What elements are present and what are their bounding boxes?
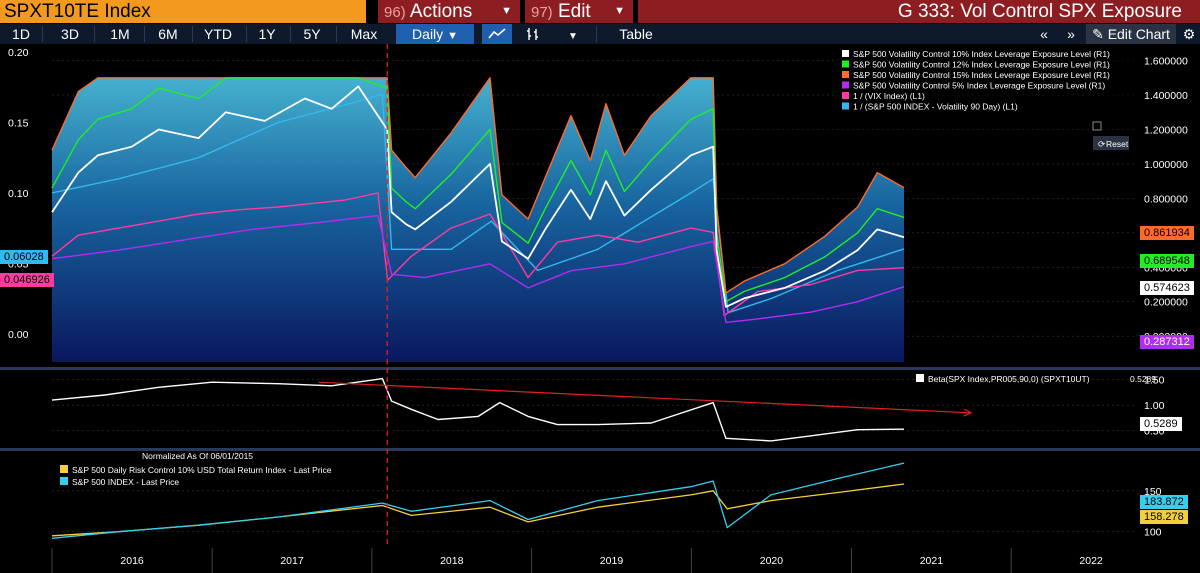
edit-number: 97): [531, 4, 553, 21]
vc12-last-tag: 0.689548: [1140, 254, 1194, 268]
ticker-field[interactable]: SPXT10TE Index: [0, 0, 366, 23]
vix-last-tag: 0.046926: [0, 273, 54, 287]
legend-label: S&P 500 Volatility Control 15% Index Lev…: [853, 70, 1110, 80]
edit-menu[interactable]: 97) Edit ▼: [525, 0, 633, 23]
chevron-down-icon: ▼: [568, 31, 578, 42]
legend-swatch: [842, 50, 849, 57]
reset-button[interactable]: ⟳ Reset: [1093, 136, 1129, 150]
frequency-dropdown[interactable]: Daily ▼: [396, 24, 474, 44]
spx-last-tag: 183.872: [1140, 495, 1188, 509]
beta-legend-value: 0.5289: [1130, 374, 1156, 384]
year-label: 2018: [440, 555, 464, 567]
price-axis-tick: 100: [1144, 527, 1162, 539]
period-1d-button[interactable]: 1D: [4, 24, 38, 44]
normalized-note: Normalized As Of 06/01/2015: [142, 451, 253, 461]
legend-label: S&P 500 Volatility Control 12% Index Lev…: [853, 60, 1110, 70]
riskctrl-legend-label: S&P 500 Daily Risk Control 10% USD Total…: [72, 465, 332, 475]
vc5-last-tag: 0.287312: [1140, 335, 1194, 349]
vc10-last-tag: 0.574623: [1140, 281, 1194, 295]
beta-last-tag: 0.5289: [1140, 417, 1182, 431]
right-axis-tick: 1.600000: [1144, 56, 1188, 68]
period-6m-button[interactable]: 6M: [148, 24, 188, 44]
chart-canvas: 1.600000 1.400000 1.200000 1.000000 0.800000…: [0, 44, 1200, 573]
legend-label: S&P 500 Volatility Control 5% Index Leve…: [853, 81, 1105, 91]
collapse-left-icon[interactable]: «: [1032, 24, 1056, 44]
reset-label: Reset: [1106, 139, 1129, 149]
year-label: 2019: [600, 555, 624, 567]
beta-axis-tick: 1.00: [1144, 400, 1165, 412]
collapse-right-icon[interactable]: »: [1060, 24, 1082, 44]
legend-swatch: [842, 71, 849, 78]
beta-legend-label: Beta(SPX Index,PR005,90,0) (SPXT10UT): [928, 374, 1090, 384]
chart-type-dropdown[interactable]: ▼: [556, 24, 590, 44]
period-ytd-button[interactable]: YTD: [196, 24, 240, 44]
spxvol-last-tag: 0.06028: [0, 250, 48, 264]
period-1m-button[interactable]: 1M: [100, 24, 140, 44]
right-axis-tick: 0.800000: [1144, 193, 1188, 205]
right-axis-tick: 0.200000: [1144, 297, 1188, 309]
right-axis-tick: 1.000000: [1144, 159, 1188, 171]
period-max-button[interactable]: Max: [340, 24, 388, 44]
left-axis-tick: 0.10: [8, 188, 29, 200]
main-legend: S&P 500 Volatility Control 10% Index Lev…: [836, 48, 1136, 118]
spx-legend-label: S&P 500 INDEX - Last Price: [72, 477, 179, 487]
refresh-icon: ⟳: [1098, 139, 1106, 149]
year-label: 2020: [760, 555, 784, 567]
period-5y-button[interactable]: 5Y: [294, 24, 330, 44]
dropdown-arrow-icon: ▼: [501, 5, 512, 17]
title-bar: SPXT10TE Index 96) Actions ▼ 97) Edit ▼ …: [0, 0, 1200, 24]
year-label: 2021: [920, 555, 944, 567]
legend-swatch: [842, 92, 849, 99]
bar-chart-icon[interactable]: [518, 24, 548, 44]
legend-swatch: [842, 60, 849, 68]
left-axis-tick: 0.15: [8, 117, 29, 129]
page-title: G 333: Vol Control SPX Exposure: [638, 0, 1200, 23]
edit-chart-label: Edit Chart: [1107, 26, 1170, 42]
edit-label: Edit: [557, 1, 591, 22]
actions-label: Actions: [409, 1, 473, 22]
chart-toolbar: 1D 3D 1M 6M YTD 1Y 5Y Max Daily ▼ ▼ Tabl…: [0, 24, 1200, 44]
right-axis-tick: 1.400000: [1144, 90, 1188, 102]
table-button[interactable]: Table: [600, 24, 672, 44]
actions-menu[interactable]: 96) Actions ▼: [378, 0, 520, 23]
gear-icon[interactable]: ⚙: [1178, 24, 1200, 44]
period-1y-button[interactable]: 1Y: [250, 24, 284, 44]
legend-swatch: [842, 102, 849, 110]
right-axis-tick: 1.200000: [1144, 125, 1188, 137]
actions-number: 96): [384, 4, 406, 21]
legend-swatch: [842, 81, 849, 89]
legend-label: S&P 500 Volatility Control 10% Index Lev…: [853, 49, 1110, 59]
year-label: 2017: [280, 555, 304, 567]
legend-label: 1 / (VIX Index) (L1): [853, 91, 925, 101]
legend-label: 1 / (S&P 500 INDEX - Volatility 90 Day) …: [853, 102, 1018, 112]
line-chart-icon[interactable]: [482, 24, 512, 44]
vc15-last-tag: 0.861934: [1140, 226, 1194, 240]
chevron-down-icon: ▼: [447, 30, 458, 42]
left-axis-tick: 0.00: [8, 329, 29, 341]
edit-chart-button[interactable]: ✎ Edit Chart: [1086, 24, 1176, 44]
year-label: 2022: [1079, 555, 1103, 567]
dropdown-arrow-icon: ▼: [614, 5, 625, 17]
left-axis-tick: 0.20: [8, 47, 29, 59]
period-3d-button[interactable]: 3D: [50, 24, 90, 44]
frequency-label: Daily: [412, 26, 444, 42]
pencil-icon: ✎: [1092, 26, 1104, 42]
year-label: 2016: [120, 555, 144, 567]
riskctrl-last-tag: 158.278: [1140, 510, 1188, 524]
